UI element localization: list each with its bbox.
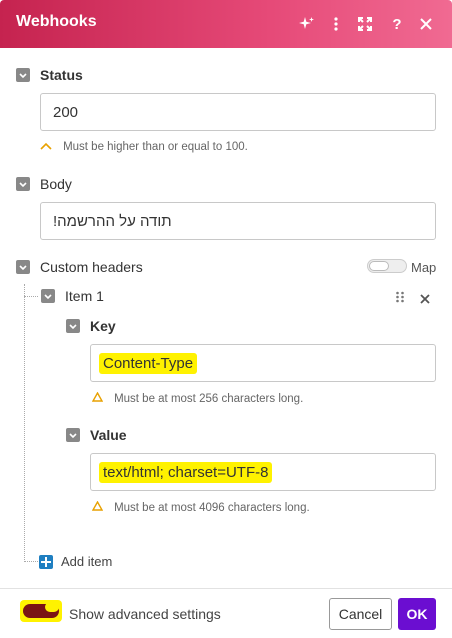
value-hint: Must be at most 4096 characters long. [91,500,310,514]
cancel-button[interactable]: Cancel [329,598,392,630]
value-input[interactable]: text/html; charset=UTF-8 [90,453,436,491]
map-label: Map [411,260,437,275]
more-vertical-icon[interactable] [325,13,347,35]
custom-headers-label: Custom headers [40,259,143,275]
advanced-settings-toggle[interactable] [20,600,62,622]
value-collapse-checkbox[interactable] [66,428,80,442]
add-item-label: Add item [61,554,113,569]
add-item-button[interactable]: Add item [39,554,112,569]
map-toggle-knob [369,261,389,271]
key-hint-text: Must be at most 256 characters long. [114,393,304,405]
item-1-collapse-checkbox[interactable] [41,289,55,303]
item-1-label: Item 1 [65,288,104,304]
chevron-up-icon [40,141,55,153]
tree-connector [24,561,38,562]
body-label: Body [40,176,72,192]
key-label: Key [90,318,116,334]
status-hint-text: Must be higher than or equal to 100. [63,141,248,153]
key-input[interactable]: Content-Type [90,344,436,382]
warning-icon [91,391,106,405]
key-hint: Must be at most 256 characters long. [91,391,304,405]
modal-header: Webhooks ? [0,0,452,48]
advanced-toggle-knob [45,602,59,612]
status-collapse-checkbox[interactable] [16,68,30,82]
sparkle-icon[interactable] [296,13,318,35]
value-value: text/html; charset=UTF-8 [99,462,273,483]
expand-icon[interactable] [354,13,376,35]
value-label: Value [90,427,127,443]
body-collapse-checkbox[interactable] [16,177,30,191]
status-label: Status [40,67,83,83]
help-icon[interactable]: ? [386,13,408,35]
advanced-settings-label: Show advanced settings [69,606,221,622]
close-icon[interactable] [415,13,437,35]
value-hint-text: Must be at most 4096 characters long. [114,502,310,514]
map-toggle[interactable] [367,259,407,273]
key-collapse-checkbox[interactable] [66,319,80,333]
remove-item-icon[interactable] [420,291,430,309]
footer-divider [0,588,452,589]
status-hint: Must be higher than or equal to 100. [40,141,248,153]
plus-icon [39,554,53,569]
warning-icon [91,500,106,514]
modal-title: Webhooks [16,13,97,30]
body-value: תודה על ההרשמה! [53,213,172,230]
tree-connector [24,296,38,297]
key-value: Content-Type [99,353,198,374]
status-value: 200 [53,104,79,121]
tree-connector [24,284,25,562]
status-input[interactable]: 200 [40,93,436,131]
ok-button[interactable]: OK [398,598,436,630]
body-input[interactable]: תודה על ההרשמה! [40,202,436,240]
drag-handle-icon[interactable] [395,290,405,308]
custom-headers-collapse-checkbox[interactable] [16,260,30,274]
